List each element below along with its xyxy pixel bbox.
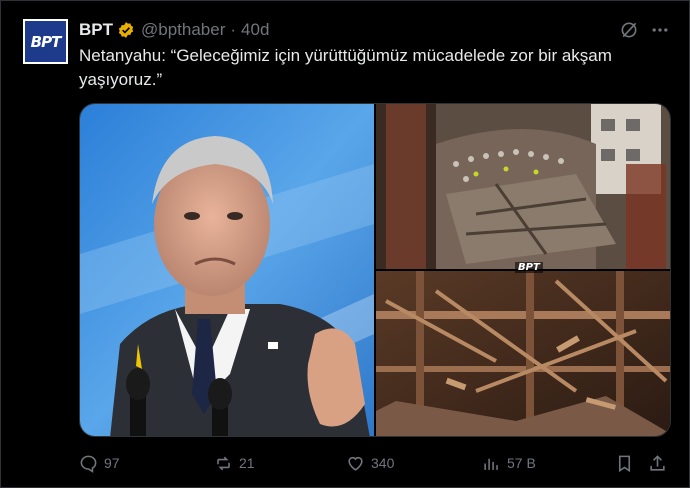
views-count: 57 B xyxy=(507,455,536,471)
tweet-header: BPT @bpthaber · 40d xyxy=(79,19,269,41)
avatar-logo-text: BPT xyxy=(30,32,62,51)
action-bar: 97 21 340 57 B xyxy=(79,451,671,475)
repost-button[interactable]: 21 xyxy=(214,451,255,475)
bookmark-icon xyxy=(618,455,631,472)
media-image-portrait[interactable] xyxy=(80,104,374,436)
views-button[interactable]: 57 B xyxy=(482,451,536,475)
verified-badge-icon[interactable] xyxy=(117,21,135,39)
more-icon[interactable] xyxy=(649,20,671,40)
share-button[interactable] xyxy=(648,451,673,475)
avatar[interactable]: BPT xyxy=(23,19,68,64)
repost-count: 21 xyxy=(239,455,255,471)
media-image-destroyed-building[interactable] xyxy=(376,271,670,436)
author-handle[interactable]: @bpthaber xyxy=(141,20,225,40)
separator-dot: · xyxy=(230,20,237,39)
like-button[interactable]: 340 xyxy=(346,451,394,475)
like-icon xyxy=(348,456,363,471)
share-icon xyxy=(650,454,665,471)
media-grid[interactable]: BPT xyxy=(79,103,671,437)
bookmark-button[interactable] xyxy=(615,451,640,475)
media-image-rubble-crowd[interactable] xyxy=(376,104,670,269)
author-name[interactable]: BPT xyxy=(79,20,113,40)
grok-icon[interactable] xyxy=(619,20,639,40)
tweet-text: Netanyahu: “Geleceğimiz için yürüttüğümü… xyxy=(79,46,612,89)
views-icon xyxy=(484,458,498,470)
reply-icon xyxy=(80,455,97,473)
media-watermark: BPT xyxy=(515,262,543,273)
like-count: 340 xyxy=(371,455,395,471)
reply-count: 97 xyxy=(104,455,120,471)
post-time[interactable]: 40d xyxy=(241,20,269,40)
repost-icon xyxy=(217,456,230,470)
tweet-card[interactable]: BPT BPT @bpthaber · 40d Netanyahu: “Gele… xyxy=(0,0,690,488)
reply-button[interactable]: 97 xyxy=(79,451,120,475)
